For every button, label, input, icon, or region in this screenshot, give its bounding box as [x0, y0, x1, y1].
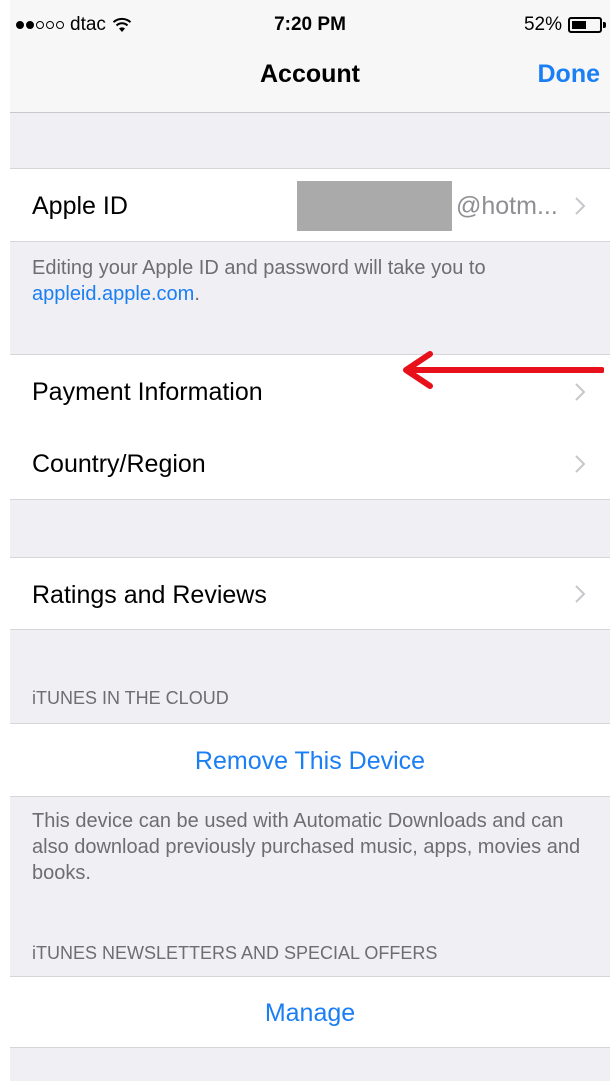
payment-information-label: Payment Information [32, 378, 263, 406]
page-title: Account [260, 60, 360, 88]
remove-device-button[interactable]: Remove This Device [10, 747, 610, 776]
ratings-reviews-row[interactable]: Ratings and Reviews [10, 557, 610, 630]
country-region-label: Country/Region [32, 450, 206, 478]
country-region-row[interactable]: Country/Region [10, 428, 610, 500]
appleid-link[interactable]: appleid.apple.com [32, 283, 194, 305]
apple-id-footer: Editing your Apple ID and password will … [32, 255, 592, 307]
navigation-bar: Account Done [10, 40, 610, 113]
redacted-email [297, 181, 452, 231]
itunes-cloud-header: iTUNES IN THE CLOUD [32, 688, 229, 708]
status-right: 52% [523, 14, 606, 36]
battery-icon [568, 17, 606, 33]
apple-id-row[interactable]: Apple ID @hotm... [10, 168, 610, 242]
manage-row[interactable]: Manage [10, 976, 610, 1048]
battery-percent: 52% [523, 14, 562, 35]
itunes-cloud-footer: This device can be used with Automatic D… [32, 810, 581, 884]
battery-fill [572, 21, 586, 29]
chevron-right-icon [575, 455, 586, 473]
newsletters-header: iTUNES NEWSLETTERS AND SPECIAL OFFERS [32, 943, 438, 963]
account-screen: dtac 7:20 PM 52% Account Done Apple ID @… [10, 0, 610, 1081]
done-button[interactable]: Done [538, 60, 601, 89]
manage-button[interactable]: Manage [10, 999, 610, 1028]
status-bar: dtac 7:20 PM 52% [10, 0, 610, 40]
apple-id-footer-suffix: . [194, 283, 200, 305]
apple-id-value: @hotm... [456, 192, 558, 220]
status-time: 7:20 PM [274, 14, 346, 35]
red-arrow-annotation [403, 351, 604, 389]
chevron-right-icon [575, 197, 586, 215]
chevron-right-icon [575, 585, 586, 603]
apple-id-footer-text: Editing your Apple ID and password will … [32, 257, 486, 279]
ratings-reviews-label: Ratings and Reviews [32, 581, 267, 609]
remove-device-row[interactable]: Remove This Device [10, 723, 610, 797]
apple-id-label: Apple ID [32, 192, 128, 220]
